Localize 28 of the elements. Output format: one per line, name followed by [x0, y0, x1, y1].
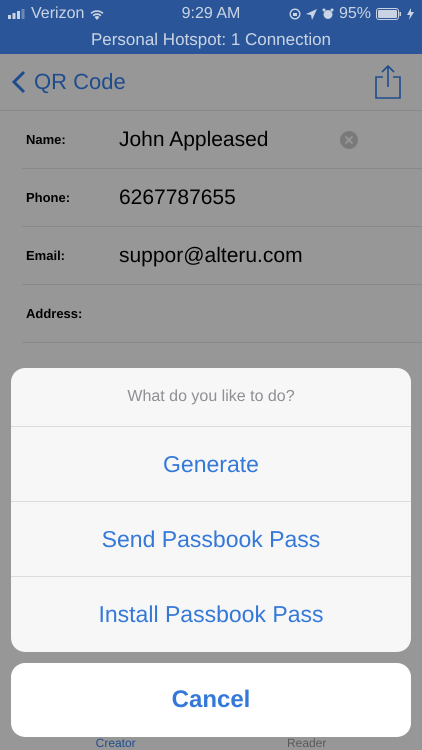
field-label: Phone: [25, 190, 72, 205]
action-button[interactable]: Generate [11, 427, 411, 502]
location-icon [306, 8, 317, 20]
alarm-icon [322, 8, 334, 20]
back-button[interactable]: QR Code [12, 69, 126, 95]
carrier-name: Verizon [31, 5, 84, 23]
sheet-title: What do you like to do? [11, 368, 411, 427]
battery-percent: 95% [338, 5, 371, 23]
share-button[interactable] [374, 64, 402, 100]
tab[interactable]: Reader [286, 736, 326, 750]
cancel-button[interactable]: Cancel [11, 663, 411, 737]
field-label: Address: [25, 306, 84, 321]
battery-icon [376, 8, 402, 20]
field-label: Name: [25, 132, 67, 147]
tab[interactable]: Creator [96, 736, 136, 750]
field-label: Email: [25, 248, 66, 263]
rotation-lock-icon [288, 8, 301, 20]
signal-icon [8, 9, 26, 19]
hotspot-banner[interactable]: Personal Hotspot: 1 Connection [0, 28, 422, 54]
chevron-left-icon [12, 70, 26, 94]
charging-icon [406, 8, 414, 20]
input-field[interactable]: 6267787655 [119, 186, 236, 210]
clock-time: 9:29 AM [182, 5, 240, 23]
input-field[interactable]: suppor@alteru.com [119, 244, 303, 268]
action-button[interactable]: Install Passbook Pass [11, 577, 411, 652]
input-field[interactable]: John Appleased [119, 128, 268, 152]
action-button[interactable]: Send Passbook Pass [11, 502, 411, 577]
wifi-icon [89, 8, 106, 20]
